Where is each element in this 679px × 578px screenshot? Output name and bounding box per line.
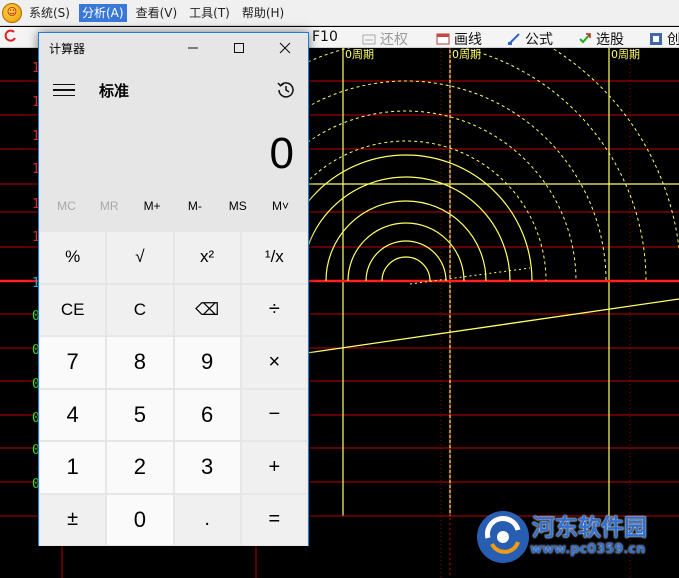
digit-4-key[interactable]: 4	[39, 388, 107, 441]
arc-solid	[381, 256, 431, 282]
maximize-button[interactable]	[216, 33, 262, 63]
trend-line	[299, 298, 679, 355]
toolbar-restore-label: 还权	[380, 32, 408, 48]
toolbar-left-icon[interactable]	[4, 29, 18, 43]
square-key[interactable]: x²	[173, 231, 241, 284]
digit-5-key[interactable]: 5	[106, 388, 174, 441]
cycle-label-2: 0周期	[452, 48, 481, 61]
digit-6-key[interactable]: 6	[173, 388, 241, 441]
toolbar-create[interactable]: 创	[649, 29, 679, 49]
minimize-icon	[188, 47, 198, 49]
watermark-logo-icon	[477, 511, 529, 563]
memory-m-button[interactable]: M˅	[259, 199, 302, 213]
calculator-title: 计算器	[49, 41, 86, 56]
cycle-label-1: 0周期	[345, 48, 374, 61]
memory-row: MC MR M+ M- MS M˅	[39, 191, 308, 221]
keypad: % √ x² ¹/x CE C ⌫ ÷ 7 8 9 × 4 5 6− 1 2 3 + ±0. =	[39, 231, 308, 546]
add-key[interactable]: +	[240, 441, 308, 494]
watermark: 河东软件园 www.pc0359.cn	[474, 506, 679, 570]
toolbar-stock-pick-label: 选股	[596, 32, 624, 48]
menu-item-3[interactable]: 工具(T)	[186, 4, 233, 22]
app-logo-icon[interactable]: ☺	[2, 2, 22, 23]
watermark-url: www.pc0359.cn	[530, 542, 646, 557]
toolbar-formula-label: 公式	[525, 32, 553, 48]
divide-key[interactable]: ÷	[240, 283, 308, 336]
toolbar-draw-line-label: 画线	[454, 32, 482, 48]
menu-item-0[interactable]: 系统(S)	[26, 4, 73, 22]
arc-solid	[347, 222, 465, 282]
toolbar-create-label: 创	[667, 32, 679, 48]
menu-icon[interactable]	[53, 83, 75, 97]
toolbar-restore[interactable]: 还权	[362, 29, 408, 49]
digit-3-key[interactable]: 3	[173, 441, 241, 494]
sqrt-key[interactable]: √	[106, 231, 174, 284]
percent-key[interactable]: %	[39, 231, 107, 284]
calculator-window[interactable]: 计算器 标准 0 MC MR M+ M- MS M˅ % √ x² ¹/x CE C ⌫ ÷ 7 8 9 × 4 5…	[38, 32, 309, 546]
result-display: 0	[269, 129, 294, 178]
backspace-key[interactable]: ⌫	[173, 283, 241, 336]
menubar: ☺ 系统(S) 分析(A) 查看(V) 工具(T) 帮助(H)	[0, 0, 679, 26]
calculator-titlebar[interactable]: 计算器	[39, 33, 308, 63]
digit-1-key[interactable]: 1	[39, 441, 107, 494]
cycle-label-3: 0周期	[611, 48, 640, 61]
minimize-button[interactable]	[170, 33, 216, 63]
digit-0-key[interactable]: 0	[106, 493, 174, 546]
toolbar-f10[interactable]: F10	[312, 29, 338, 45]
multiply-key[interactable]: ×	[240, 336, 308, 389]
digit-7-key[interactable]: 7	[39, 336, 107, 389]
screen: ☺ 系统(S) 分析(A) 查看(V) 工具(T) 帮助(H) F10 还权 画线 公式…	[0, 0, 679, 578]
mode-title: 标准	[99, 82, 130, 100]
menu-items: 系统(S) 分析(A) 查看(V) 工具(T) 帮助(H)	[26, 3, 293, 22]
close-icon	[279, 42, 291, 54]
watermark-title: 河东软件园	[532, 514, 647, 541]
memory-mr-button[interactable]: MR	[88, 199, 131, 213]
memory-mc-button[interactable]: MC	[45, 199, 88, 213]
reciprocal-key[interactable]: ¹/x	[240, 231, 308, 284]
history-icon[interactable]	[274, 78, 298, 102]
calculator-header: 标准	[39, 63, 308, 117]
digit-2-key[interactable]: 2	[106, 441, 174, 494]
arc-solid	[301, 176, 511, 282]
arc-solid	[279, 154, 533, 282]
clear-key[interactable]: C	[106, 283, 174, 336]
formula-icon	[508, 33, 520, 45]
digit-8-key[interactable]: 8	[106, 336, 174, 389]
menu-item-1[interactable]: 分析(A)	[78, 3, 127, 22]
stock-pick-icon	[579, 33, 591, 44]
decimal-key[interactable]: .	[173, 493, 241, 546]
create-icon	[650, 33, 662, 45]
negate-key[interactable]: ±	[39, 493, 107, 546]
memory-m+-button[interactable]: M+	[131, 199, 174, 213]
menu-item-4[interactable]: 帮助(H)	[239, 4, 287, 22]
menu-item-2[interactable]: 查看(V)	[133, 4, 181, 22]
close-button[interactable]	[262, 33, 308, 63]
toolbar-stock-pick[interactable]: 选股	[578, 29, 624, 49]
subtract-key[interactable]: −	[240, 388, 308, 441]
memory-m--button[interactable]: M-	[173, 199, 216, 213]
clear-entry-key[interactable]: CE	[39, 283, 107, 336]
restore-icon	[362, 34, 376, 45]
digit-9-key[interactable]: 9	[173, 336, 241, 389]
draw-line-icon	[436, 33, 450, 45]
toolbar-formula[interactable]: 公式	[507, 29, 553, 49]
toolbar-f10-label: F10	[312, 29, 338, 45]
maximize-icon	[234, 43, 244, 53]
toolbar-draw-line[interactable]: 画线	[436, 29, 482, 49]
equals-key[interactable]: =	[240, 493, 308, 546]
memory-ms-button[interactable]: MS	[216, 199, 259, 213]
